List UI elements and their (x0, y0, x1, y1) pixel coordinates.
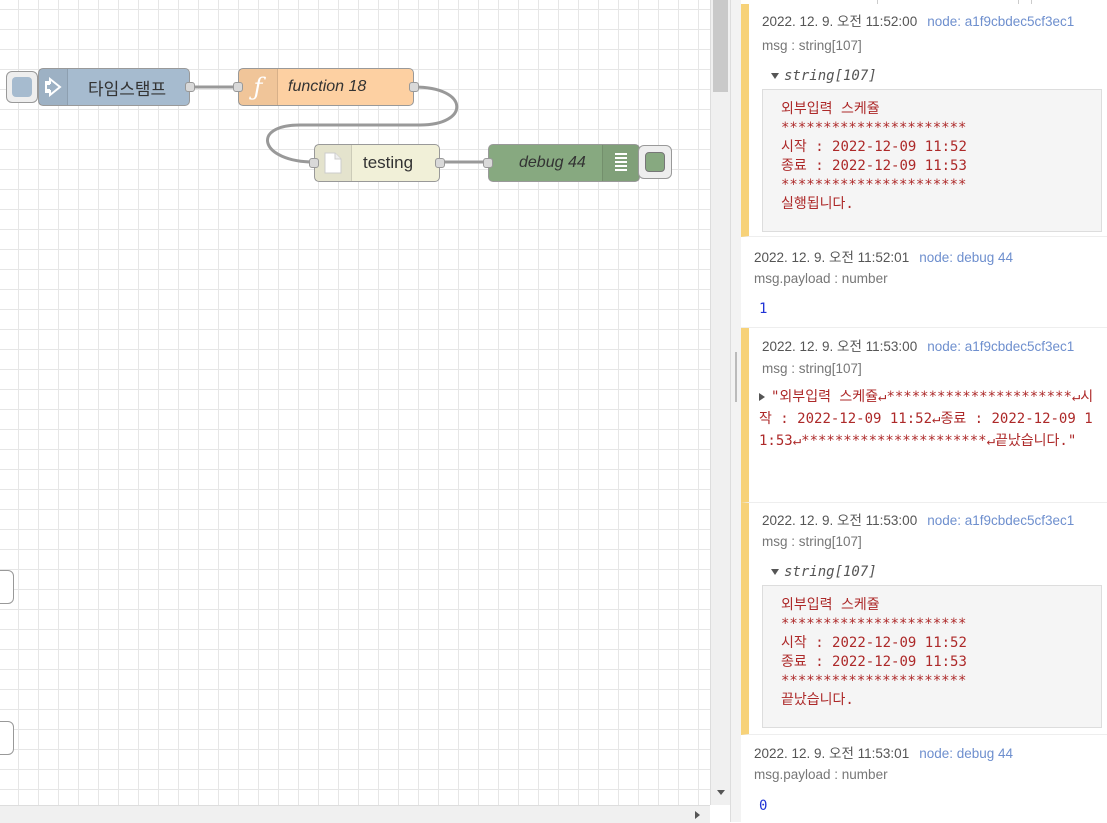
debug-message: 2022. 12. 9. 오전 11:52:01 node: debug 44 m… (741, 237, 1107, 328)
collapse-arrow-icon (771, 73, 779, 79)
string-line: ********************** (781, 616, 967, 632)
debug-message: 2022. 12. 9. 오전 11:53:00 node: a1f9cbdec5… (741, 328, 1107, 503)
expand-arrow-icon[interactable] (759, 393, 765, 401)
flow-workspace[interactable]: 타임스탬프 ƒ function 18 testing debug 44 (0, 0, 710, 805)
file-icon (315, 145, 352, 181)
workspace-horizontal-scrollbar[interactable] (0, 805, 710, 823)
inject-trigger-button[interactable] (6, 71, 38, 103)
string-value-box: 외부입력 스케쥴 ********************** 시작 : 2022-… (762, 89, 1102, 232)
debug-node[interactable]: debug 44 (483, 144, 640, 182)
scrollbar-thumb[interactable] (713, 0, 728, 92)
function-icon: ƒ (239, 69, 278, 105)
message-meta: 2022. 12. 9. 오전 11:52:00 node: a1f9cbdec5… (762, 10, 1074, 30)
message-meta: 2022. 12. 9. 오전 11:53:01 node: debug 44 (754, 742, 1013, 762)
string-line: ********************** (781, 120, 967, 136)
message-topic: msg.payload : number (754, 271, 888, 286)
message-topic: msg.payload : number (754, 767, 888, 782)
debug-toggle-button[interactable] (638, 145, 672, 179)
scroll-right-icon[interactable] (695, 811, 700, 819)
number-value: 0 (759, 798, 768, 814)
message-node-link[interactable]: node: debug 44 (919, 250, 1013, 265)
inject-output-port[interactable] (185, 82, 195, 92)
object-type-label: string[107] (784, 68, 877, 84)
message-topic: msg : string[107] (762, 534, 862, 549)
number-value: 1 (759, 301, 768, 317)
string-line: ********************** (781, 673, 967, 689)
string-line: 끝났습니다. (781, 692, 854, 708)
debug-message: 2022. 12. 9. 오전 11:53:01 node: debug 44 m… (741, 735, 1107, 822)
message-date: 2022. 12. 9. 오전 11:53:01 (754, 746, 910, 761)
string-line: ********************** (781, 177, 967, 193)
debug-input-port[interactable] (483, 158, 493, 168)
offscreen-node[interactable] (0, 721, 14, 755)
object-type-label: string[107] (784, 564, 877, 580)
inject-node-label: 타임스탬프 (88, 79, 167, 99)
flow-wires (190, 85, 488, 164)
message-node-link[interactable]: node: a1f9cbdec5cf3ec1 (927, 14, 1074, 29)
function-output-port[interactable] (409, 82, 419, 92)
workspace-vertical-scrollbar[interactable] (710, 0, 731, 805)
object-type-toggle[interactable]: string[107] (771, 564, 877, 580)
arrow-in-icon (39, 69, 68, 105)
message-meta: 2022. 12. 9. 오전 11:53:00 node: a1f9cbdec5… (762, 509, 1074, 529)
scroll-down-icon[interactable] (717, 790, 725, 795)
sidebar-resize-handle[interactable] (730, 0, 741, 822)
collapsed-string-text: "외부입력 스케쥴↵**********************↵시작 : 20… (759, 389, 1094, 449)
string-line: 종료 : 2022-12-09 11:53 (781, 158, 967, 174)
message-meta: 2022. 12. 9. 오전 11:53:00 node: a1f9cbdec5… (762, 335, 1074, 355)
string-line: 시작 : 2022-12-09 11:52 (781, 139, 967, 155)
string-value-box: 외부입력 스케쥴 ********************** 시작 : 2022-… (762, 585, 1102, 728)
message-date: 2022. 12. 9. 오전 11:52:00 (762, 14, 918, 29)
inject-node[interactable]: 타임스탬프 (38, 68, 195, 106)
string-line: 외부입력 스케쥴 (781, 597, 880, 613)
string-line: 실행됩니다. (781, 196, 854, 212)
string-line: 외부입력 스케쥴 (781, 101, 880, 117)
message-topic: msg : string[107] (762, 38, 862, 53)
message-date: 2022. 12. 9. 오전 11:53:00 (762, 513, 918, 528)
message-node-link[interactable]: node: a1f9cbdec5cf3ec1 (927, 339, 1074, 354)
message-meta: 2022. 12. 9. 오전 11:52:01 node: debug 44 (754, 246, 1013, 266)
message-topic: msg : string[107] (762, 361, 862, 376)
file-node-label: testing (363, 153, 414, 172)
function-node-label: function 18 (288, 78, 367, 95)
string-line: 시작 : 2022-12-09 11:52 (781, 635, 967, 651)
function-input-port[interactable] (233, 82, 243, 92)
debug-sidebar: 2022. 12. 9. 오전 11:52:00 node: a1f9cbdec5… (741, 0, 1107, 822)
file-node[interactable]: testing (309, 144, 445, 182)
message-date: 2022. 12. 9. 오전 11:53:00 (762, 339, 918, 354)
collapse-arrow-icon (771, 569, 779, 575)
debug-node-label: debug 44 (519, 154, 586, 171)
resize-grip[interactable] (735, 352, 737, 402)
message-node-link[interactable]: node: a1f9cbdec5cf3ec1 (927, 513, 1074, 528)
collapsed-string-value[interactable]: "외부입력 스케쥴↵**********************↵시작 : 20… (759, 386, 1099, 452)
function-node[interactable]: ƒ function 18 (233, 68, 419, 106)
file-output-port[interactable] (435, 158, 445, 168)
list-icon (602, 145, 639, 181)
debug-message: 2022. 12. 9. 오전 11:53:00 node: a1f9cbdec5… (741, 503, 1107, 735)
object-type-toggle[interactable]: string[107] (771, 68, 877, 84)
string-line: 종료 : 2022-12-09 11:53 (781, 654, 967, 670)
message-node-link[interactable]: node: debug 44 (919, 746, 1013, 761)
message-date: 2022. 12. 9. 오전 11:52:01 (754, 250, 910, 265)
file-input-port[interactable] (309, 158, 319, 168)
debug-message: 2022. 12. 9. 오전 11:52:00 node: a1f9cbdec5… (741, 4, 1107, 237)
offscreen-node[interactable] (0, 570, 14, 604)
